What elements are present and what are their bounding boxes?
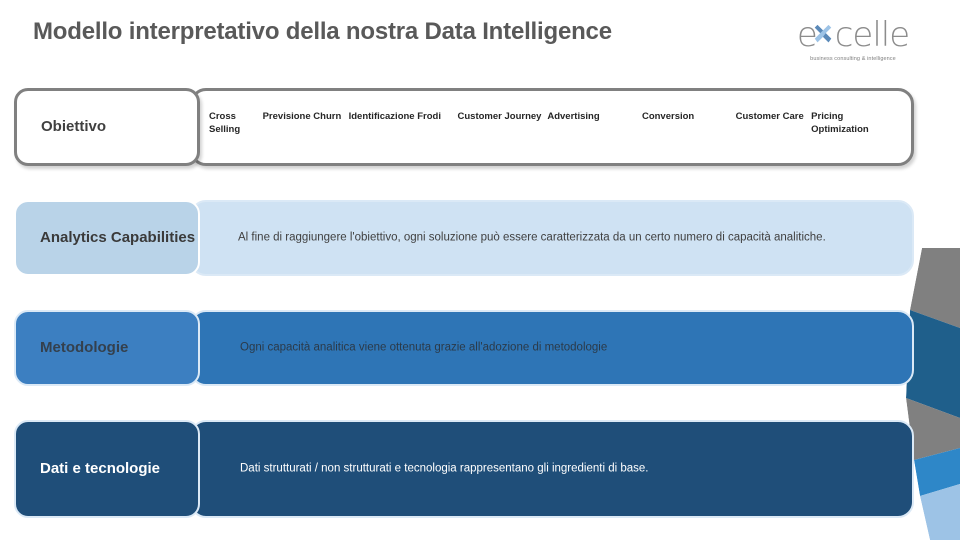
row-metodologie: Metodologie Ogni capacità analitica vien… [0, 310, 960, 386]
row-analytics-capabilities: Analytics Capabilities Al fine di raggiu… [0, 200, 960, 276]
logo-tagline: business consulting & intelligence [810, 56, 896, 62]
row-label-analytics-capabilities: Analytics Capabilities [14, 200, 200, 276]
row-label-metodologie: Metodologie [14, 310, 200, 386]
row-text-analytics-capabilities: Al fine di raggiungere l'obiettivo, ogni… [238, 231, 826, 244]
logo-x-icon [814, 24, 832, 43]
slide-header: Modello interpretativo della nostra Data… [0, 0, 960, 80]
column-pricing-optimization[interactable]: Pricing Optimization [811, 111, 901, 137]
row-body-obiettivo: Cross Selling Previsione Churn Identific… [190, 88, 914, 166]
model-matrix: Obiettivo Cross Selling Previsione Churn… [0, 88, 960, 552]
objective-columns: Cross Selling Previsione Churn Identific… [209, 111, 901, 137]
row-dati-e-tecnologie: Dati e tecnologie Dati strutturati / non… [0, 420, 960, 518]
row-text-dati-e-tecnologie: Dati strutturati / non strutturati e tec… [240, 462, 649, 475]
row-body-dati-e-tecnologie: Dati strutturati / non strutturati e tec… [190, 420, 914, 518]
row-body-analytics-capabilities: Al fine di raggiungere l'obiettivo, ogni… [190, 200, 914, 276]
column-advertising[interactable]: Advertising [547, 111, 642, 137]
row-obiettivo: Obiettivo Cross Selling Previsione Churn… [0, 88, 960, 166]
row-text-metodologie: Ogni capacità analitica viene ottenuta g… [240, 341, 608, 354]
row-body-metodologie: Ogni capacità analitica viene ottenuta g… [190, 310, 914, 386]
row-label-obiettivo: Obiettivo [14, 88, 200, 166]
column-cross-selling[interactable]: Cross Selling [209, 111, 263, 137]
column-previsione-churn[interactable]: Previsione Churn [263, 111, 349, 137]
page-title: Modello interpretativo della nostra Data… [33, 18, 612, 45]
logo-wordmark: excelle [788, 18, 918, 52]
excelle-logo: excelle business consulting & intelligen… [788, 18, 918, 62]
column-customer-journey[interactable]: Customer Journey [458, 111, 548, 137]
column-customer-care[interactable]: Customer Care [736, 111, 812, 137]
row-label-dati-e-tecnologie: Dati e tecnologie [14, 420, 200, 518]
column-conversion[interactable]: Conversion [642, 111, 736, 137]
logo-text-after: celle [834, 15, 910, 55]
column-identificazione-frodi[interactable]: Identificazione Frodi [349, 111, 458, 137]
